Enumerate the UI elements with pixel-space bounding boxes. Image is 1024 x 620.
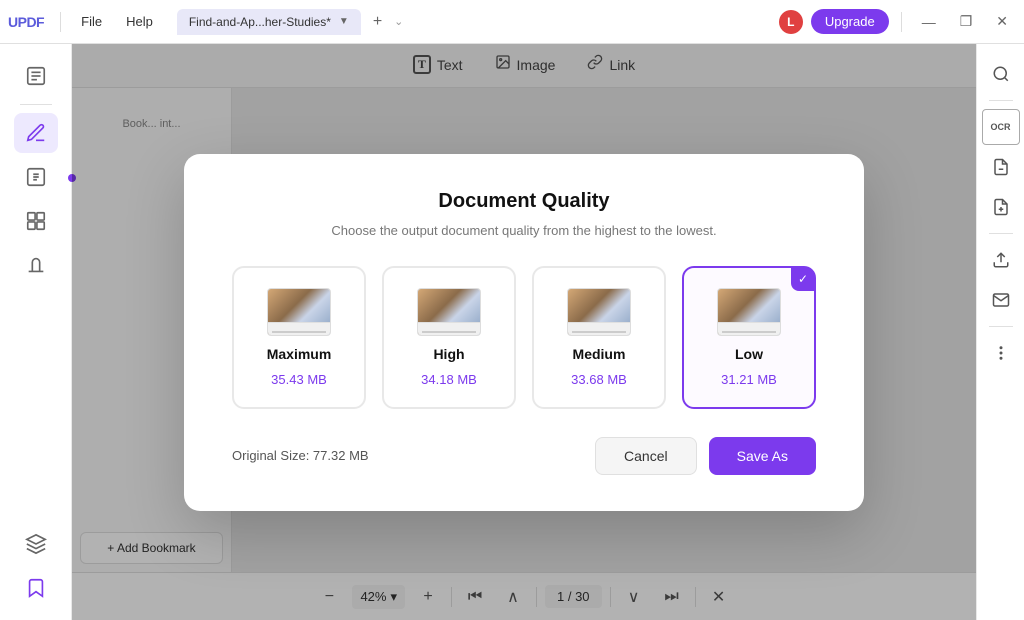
quality-options: Maximum 35.43 MB High 34.18 MB Medium 33… xyxy=(232,266,816,409)
sidebar-icon-pages[interactable] xyxy=(14,56,58,96)
title-sep-1 xyxy=(60,12,61,32)
left-sidebar xyxy=(0,44,72,620)
quality-thumbnail-low xyxy=(717,288,781,336)
quality-card-low[interactable]: ✓ Low 31.21 MB xyxy=(682,266,816,409)
right-share-icon[interactable] xyxy=(982,242,1020,278)
right-sep-1 xyxy=(989,100,1013,101)
right-extract-icon[interactable] xyxy=(982,149,1020,185)
app-body: T Text Image Link xyxy=(0,44,1024,620)
right-sidebar: OCR xyxy=(976,44,1024,620)
quality-name-maximum: Maximum xyxy=(267,346,332,362)
sidebar-icon-organize[interactable] xyxy=(14,201,58,241)
maximize-button[interactable]: ❐ xyxy=(952,9,981,34)
menu-help[interactable]: Help xyxy=(118,10,161,33)
save-as-button[interactable]: Save As xyxy=(709,437,816,475)
title-bar-right: L Upgrade — ❐ ✕ xyxy=(779,9,1016,34)
sidebar-icon-annotate[interactable] xyxy=(14,113,58,153)
sidebar-sep-1 xyxy=(20,104,52,105)
right-email-icon[interactable] xyxy=(982,282,1020,318)
menu-file[interactable]: File xyxy=(73,10,110,33)
quality-size-high: 34.18 MB xyxy=(421,372,477,387)
sidebar-icon-layers[interactable] xyxy=(14,524,58,564)
quality-size-medium: 33.68 MB xyxy=(571,372,627,387)
modal-footer: Original Size: 77.32 MB Cancel Save As xyxy=(232,437,816,475)
modal-overlay: Document Quality Choose the output docum… xyxy=(72,44,976,620)
sidebar-icon-edit[interactable] xyxy=(14,157,58,197)
upgrade-button[interactable]: Upgrade xyxy=(811,9,889,34)
quality-card-high[interactable]: High 34.18 MB xyxy=(382,266,516,409)
title-bar: UPDF File Help Find-and-Ap...her-Studies… xyxy=(0,0,1024,44)
quality-size-maximum: 35.43 MB xyxy=(271,372,327,387)
quality-card-medium[interactable]: Medium 33.68 MB xyxy=(532,266,666,409)
quality-thumbnail-medium xyxy=(567,288,631,336)
sidebar-icon-stamp[interactable] xyxy=(14,245,58,285)
right-sep-2 xyxy=(989,233,1013,234)
tabs-chevron-icon[interactable]: ⌄ xyxy=(394,15,403,28)
cancel-button[interactable]: Cancel xyxy=(595,437,697,475)
quality-name-high: High xyxy=(433,346,464,362)
quality-thumbnail-high xyxy=(417,288,481,336)
tab-chevron-icon: ▼ xyxy=(339,16,349,27)
quality-name-medium: Medium xyxy=(573,346,626,362)
document-quality-modal: Document Quality Choose the output docum… xyxy=(184,154,864,511)
quality-size-low: 31.21 MB xyxy=(721,372,777,387)
right-sep-3 xyxy=(989,326,1013,327)
right-compress-icon[interactable] xyxy=(982,189,1020,225)
quality-card-maximum[interactable]: Maximum 35.43 MB xyxy=(232,266,366,409)
title-sep-2 xyxy=(901,12,902,32)
right-ocr-icon[interactable]: OCR xyxy=(982,109,1020,145)
minimize-button[interactable]: — xyxy=(914,10,944,34)
current-tab[interactable]: Find-and-Ap...her-Studies* ▼ xyxy=(177,9,361,35)
original-size-label: Original Size: 77.32 MB xyxy=(232,448,369,463)
modal-subtitle: Choose the output document quality from … xyxy=(232,223,816,238)
right-search-icon[interactable] xyxy=(982,56,1020,92)
main-content: T Text Image Link xyxy=(72,44,976,620)
modal-title: Document Quality xyxy=(232,190,816,213)
tab-label: Find-and-Ap...her-Studies* xyxy=(189,15,331,29)
sidebar-bottom xyxy=(14,524,58,608)
app-logo: UPDF xyxy=(8,14,44,30)
new-tab-button[interactable]: + xyxy=(373,13,382,31)
avatar: L xyxy=(779,10,803,34)
close-button[interactable]: ✕ xyxy=(988,9,1016,34)
modal-actions: Cancel Save As xyxy=(595,437,816,475)
quality-thumbnail-maximum xyxy=(267,288,331,336)
right-more-icon[interactable] xyxy=(982,335,1020,371)
quality-name-low: Low xyxy=(735,346,763,362)
sidebar-icon-bookmark[interactable] xyxy=(14,568,58,608)
quality-check-icon: ✓ xyxy=(791,267,815,291)
